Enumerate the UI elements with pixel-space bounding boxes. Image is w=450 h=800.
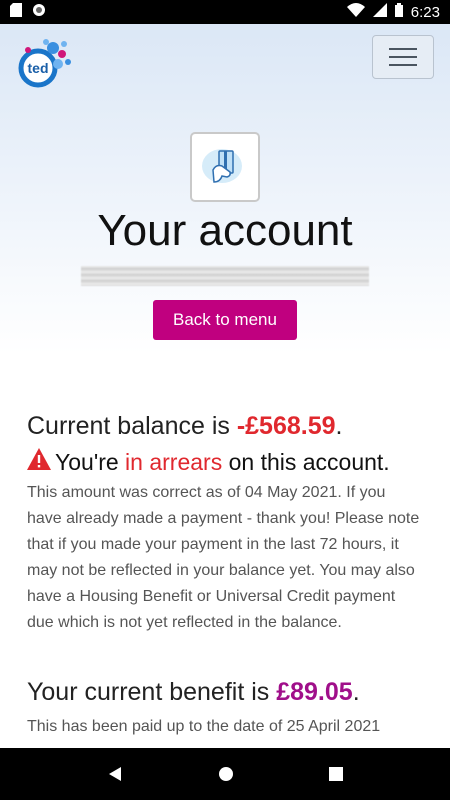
- benefit-note: This has been paid up to the date of 25 …: [27, 718, 381, 735]
- sync-icon: [32, 3, 46, 22]
- balance-amount: -£568.59: [236, 412, 336, 440]
- sd-card-icon: [10, 2, 22, 22]
- hamburger-icon: [389, 56, 417, 58]
- balance-line: Current balance is -£568.59.: [27, 410, 423, 442]
- hamburger-icon: [389, 64, 417, 66]
- wifi-icon: [346, 3, 365, 21]
- arrears-suffix: on this account.: [222, 449, 390, 475]
- redacted-account-name: [81, 266, 369, 286]
- android-nav-bar: [0, 748, 450, 800]
- logo-text: ted: [28, 60, 49, 76]
- benefit-amount: £89.05: [276, 678, 353, 706]
- arrears-status: in arrears: [125, 449, 223, 475]
- benefit-line: Your current benefit is £89.05.: [27, 676, 423, 708]
- arrears-prefix: You're: [55, 449, 126, 475]
- account-details: Current balance is -£568.59. You're in a…: [0, 410, 450, 740]
- signal-icon: [372, 3, 387, 21]
- page-title: Your account: [97, 206, 353, 255]
- back-icon[interactable]: [107, 766, 123, 782]
- benefit-prefix: Your current benefit is: [27, 678, 277, 706]
- hero: Your account Back to menu: [0, 132, 450, 340]
- hamburger-icon: [389, 48, 417, 50]
- ted-logo[interactable]: ted: [16, 36, 74, 94]
- home-icon[interactable]: [218, 766, 234, 782]
- card-payment-icon: [190, 132, 260, 202]
- arrears-warning: You're in arrears on this account.: [27, 446, 423, 478]
- account-page: ted Your account Back to menu Current ba…: [0, 24, 450, 748]
- balance-note: This amount was correct as of 04 May 202…: [27, 484, 420, 631]
- benefit-suffix: .: [352, 678, 360, 706]
- warning-icon: [27, 446, 51, 478]
- status-bar: 6:23: [0, 0, 450, 24]
- header: ted: [0, 24, 450, 92]
- balance-prefix: Current balance is: [27, 412, 237, 440]
- battery-icon: [394, 3, 403, 21]
- menu-button[interactable]: [372, 35, 434, 79]
- status-time: 6:23: [410, 3, 440, 21]
- back-to-menu-button[interactable]: Back to menu: [153, 300, 297, 340]
- recents-icon[interactable]: [328, 767, 343, 781]
- balance-suffix: .: [335, 412, 343, 440]
